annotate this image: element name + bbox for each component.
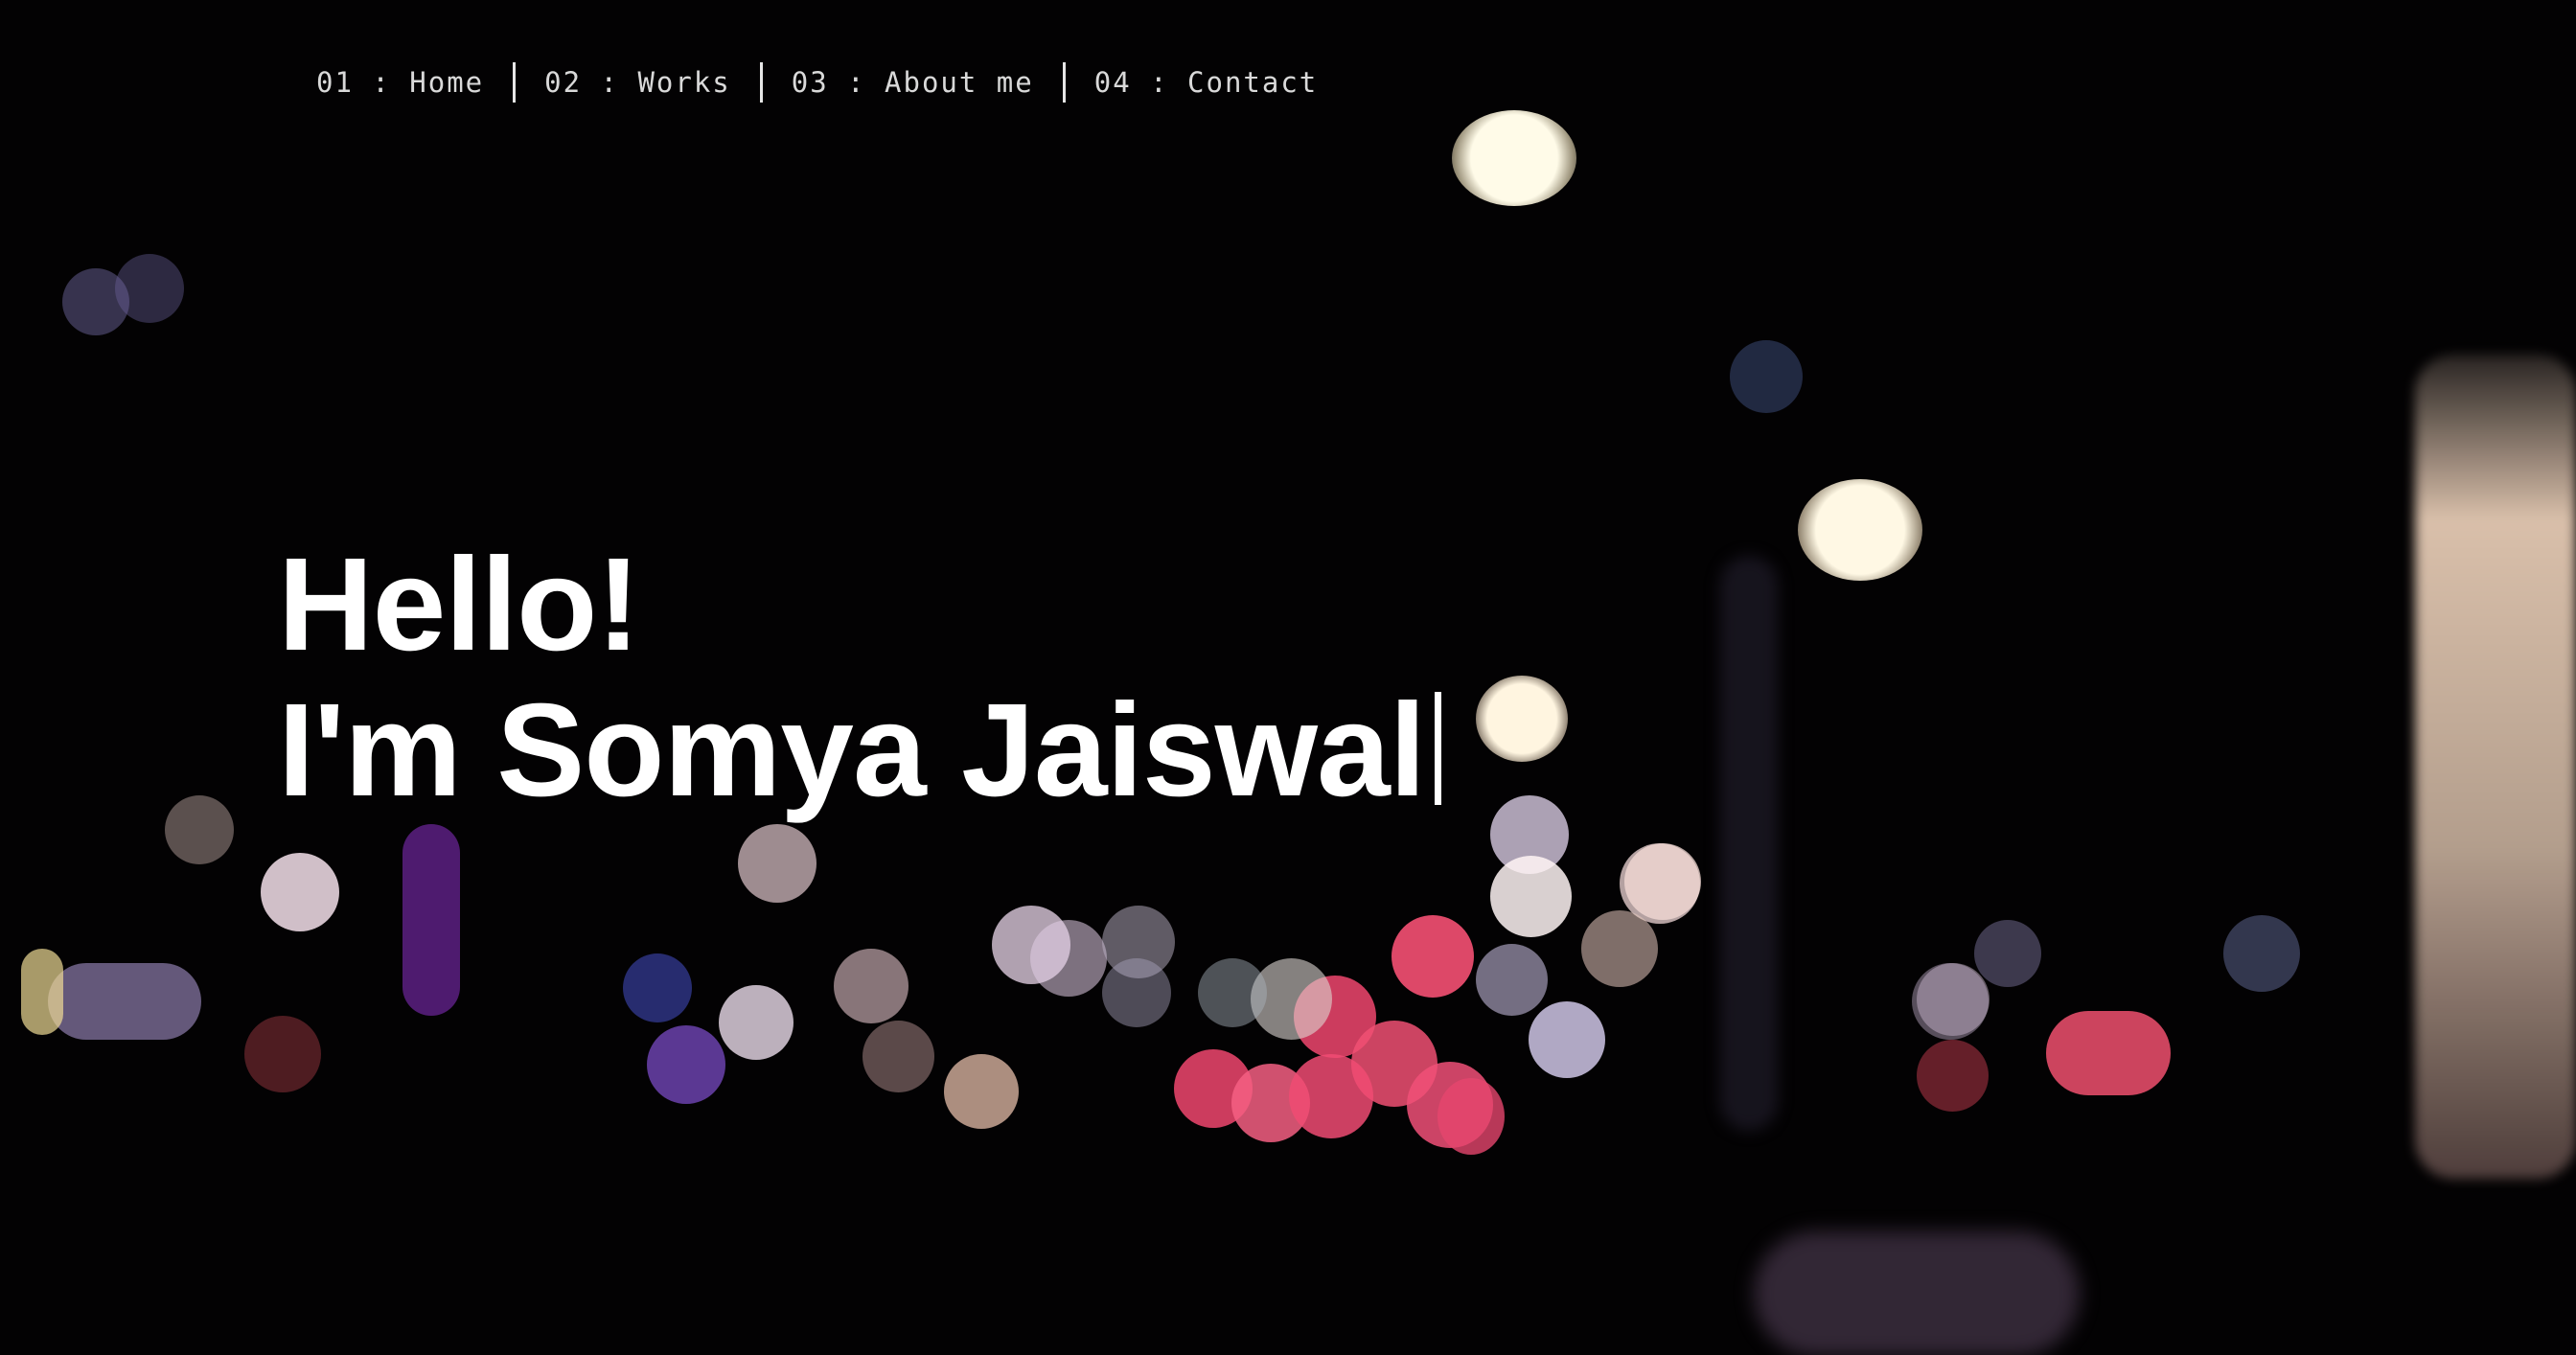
bokeh-light bbox=[244, 1016, 321, 1092]
bokeh-light bbox=[1754, 1231, 2080, 1355]
bokeh-light bbox=[1030, 920, 1107, 997]
bokeh-light bbox=[1490, 856, 1572, 937]
bokeh-light bbox=[719, 985, 794, 1060]
bokeh-light bbox=[1974, 920, 2041, 987]
bokeh-light bbox=[647, 1025, 725, 1104]
bokeh-light bbox=[862, 1021, 934, 1092]
top-nav: 01 : Home 02 : Works 03 : About me 04 : … bbox=[310, 61, 1346, 103]
bokeh-light bbox=[1198, 958, 1267, 1027]
hero-intro-line: I'm Somya Jaiswal bbox=[278, 677, 1442, 824]
bokeh-light bbox=[1917, 1040, 1989, 1112]
hero-heading: Hello! I'm Somya Jaiswal bbox=[278, 531, 1442, 824]
bokeh-light bbox=[1730, 340, 1803, 413]
bokeh-light bbox=[261, 853, 339, 931]
bokeh-light bbox=[402, 824, 460, 1016]
bokeh-light bbox=[623, 953, 692, 1022]
bokeh-light bbox=[1452, 110, 1576, 206]
nav-divider bbox=[513, 62, 517, 103]
bokeh-light bbox=[1102, 958, 1171, 1027]
hero-intro: I'm Somya Jaiswal bbox=[278, 677, 1426, 824]
bokeh-light bbox=[1798, 479, 1922, 581]
nav-divider bbox=[1062, 62, 1066, 103]
bokeh-light bbox=[944, 1054, 1019, 1129]
bokeh-light bbox=[21, 949, 63, 1035]
bokeh-light bbox=[2046, 1011, 2171, 1095]
bokeh-light bbox=[1912, 963, 1989, 1040]
nav-item-home[interactable]: 01 : Home bbox=[310, 66, 513, 99]
bokeh-light bbox=[1392, 915, 1474, 998]
bokeh-light bbox=[1438, 1078, 1505, 1155]
nav-item-contact[interactable]: 04 : Contact bbox=[1089, 66, 1347, 99]
bokeh-light bbox=[115, 254, 184, 323]
bokeh-light bbox=[1289, 1054, 1373, 1138]
bokeh-light bbox=[48, 963, 201, 1040]
nav-item-about[interactable]: 03 : About me bbox=[786, 66, 1063, 99]
bokeh-light bbox=[738, 824, 816, 903]
bokeh-light bbox=[1720, 556, 1778, 1131]
bokeh-light bbox=[1476, 944, 1548, 1016]
bokeh-light bbox=[1476, 676, 1568, 762]
bokeh-light bbox=[2223, 915, 2300, 992]
nav-divider bbox=[759, 62, 763, 103]
hero-greeting: Hello! bbox=[278, 531, 640, 678]
bokeh-light bbox=[1529, 1001, 1605, 1078]
landing-page: 01 : Home 02 : Works 03 : About me 04 : … bbox=[0, 0, 2576, 1355]
bokeh-light bbox=[2415, 355, 2576, 1179]
bokeh-light bbox=[1624, 843, 1701, 920]
typing-cursor bbox=[1435, 692, 1442, 805]
nav-item-works[interactable]: 02 : Works bbox=[539, 66, 760, 99]
bokeh-light bbox=[165, 795, 234, 864]
bokeh-light bbox=[1581, 910, 1658, 987]
bokeh-light bbox=[834, 949, 908, 1023]
